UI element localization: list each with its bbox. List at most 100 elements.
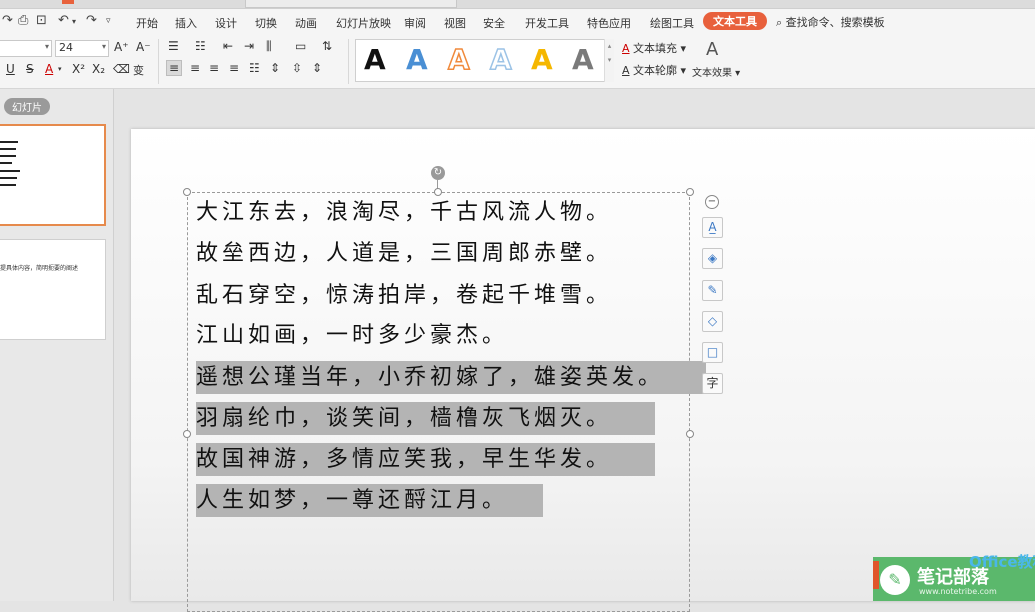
slide-thumbnail-1[interactable]: [0, 124, 106, 226]
style-black-a[interactable]: A: [364, 43, 386, 76]
watermark-overlay: Office教程网: [969, 553, 1035, 571]
ribbon: ▾ 24 ▾ A⁺ A⁻ U S A ▾ X² X₂ ⌫ 变 ☰ ☷ ⇤ ⇥ ⫼ …: [0, 35, 1035, 89]
customize-dropdown-icon[interactable]: ▿: [106, 16, 111, 26]
gallery-scroll[interactable]: ▴ ▾: [604, 39, 614, 82]
font-name-select[interactable]: ▾: [0, 40, 52, 57]
distribute-button[interactable]: ☷: [249, 61, 260, 75]
justify-button[interactable]: ≡: [229, 61, 239, 75]
menu-animation[interactable]: 动画: [295, 14, 317, 32]
menu-design[interactable]: 设计: [215, 14, 237, 32]
search-label: 查找命令、搜索模板: [785, 16, 885, 29]
print-icon[interactable]: ⎙: [18, 13, 28, 28]
fill-bucket-icon[interactable]: ◇: [702, 311, 723, 332]
subscript-button[interactable]: X₂: [92, 62, 105, 76]
menu-security[interactable]: 安全: [483, 14, 505, 32]
poem-line-3[interactable]: 乱石穿空，惊涛拍岸，卷起千堆雪。: [196, 279, 612, 312]
style-yellow-a[interactable]: A: [531, 43, 553, 76]
poem-line-2[interactable]: 故垒西边，人道是，三国周郎赤壁。: [196, 237, 612, 270]
pen-icon[interactable]: ✎: [702, 280, 723, 301]
text-effect-button[interactable]: 文本效果 ▾: [692, 64, 740, 79]
resize-handle-top-left[interactable]: [183, 188, 191, 196]
text-box-icon[interactable]: ▭: [295, 39, 306, 53]
text-fill-icon: A: [622, 42, 630, 55]
menu-bar: ↷ ⎙ ⊡ ↶ ▾ ↷ ▿ 开始 插入 设计 切换 动画 幻灯片放映 审阅 视图…: [0, 9, 1035, 35]
menu-transition[interactable]: 切换: [255, 14, 277, 32]
text-style-gallery: A A A A A A: [355, 39, 613, 82]
columns-icon[interactable]: ⫼: [266, 39, 272, 54]
thumb-line: [0, 162, 12, 164]
thumb-line: [0, 177, 17, 179]
undo-dropdown-icon[interactable]: ▾: [72, 17, 76, 26]
resize-handle-left[interactable]: [183, 430, 191, 438]
redo-icon[interactable]: ↷: [2, 13, 13, 28]
font-color-dropdown-icon[interactable]: ▾: [58, 65, 62, 73]
rotate-handle-icon[interactable]: ↻: [431, 166, 445, 180]
thumb-line: [0, 170, 20, 172]
outline-square-icon[interactable]: □: [702, 342, 723, 363]
menu-view[interactable]: 视图: [444, 14, 466, 32]
style-gray-a[interactable]: A: [572, 43, 594, 76]
command-search[interactable]: ⌕ 查找命令、搜索模板: [776, 14, 885, 30]
menu-text-tools[interactable]: 文本工具: [703, 12, 767, 30]
character-icon[interactable]: 字: [702, 373, 723, 394]
strikethrough-button[interactable]: S: [26, 62, 34, 76]
poem-line-8-selected[interactable]: 人生如梦，一尊还酹江月。: [196, 484, 543, 517]
resize-handle-top[interactable]: [434, 188, 442, 196]
bullets-icon[interactable]: ☰: [168, 39, 179, 53]
font-size-select[interactable]: 24 ▾: [55, 40, 109, 57]
poem-line-5-selected[interactable]: 遥想公瑾当年，小乔初嫁了，雄姿英发。: [196, 361, 706, 394]
align-text-icon[interactable]: ⇕: [312, 61, 322, 75]
menu-insert[interactable]: 插入: [175, 14, 197, 32]
underline-button[interactable]: U: [6, 62, 15, 76]
layers-icon[interactable]: ◈: [702, 248, 723, 269]
text-style-icon[interactable]: A̲: [702, 217, 723, 238]
resize-handle-top-right[interactable]: [686, 188, 694, 196]
numbering-icon[interactable]: ☷: [195, 39, 206, 53]
style-blue-a[interactable]: A: [406, 43, 428, 76]
thumb-line: [0, 155, 16, 157]
text-fill-button[interactable]: A 文本填充 ▾: [622, 40, 686, 56]
poem-line-1[interactable]: 大江东去，浪淘尽，千古风流人物。: [196, 196, 612, 229]
document-tab[interactable]: [245, 0, 457, 8]
style-lightblue-outline-a[interactable]: A: [489, 42, 512, 77]
redo-arrow-icon[interactable]: ↷: [86, 13, 97, 28]
menu-slideshow[interactable]: 幻灯片放映: [336, 14, 391, 32]
grow-font-icon[interactable]: A⁺: [114, 40, 129, 54]
menu-features[interactable]: 特色应用: [587, 14, 631, 32]
slides-tab[interactable]: 幻灯片: [4, 98, 50, 115]
decrease-indent-icon[interactable]: ⇤: [223, 39, 233, 53]
poem-line-7-selected[interactable]: 故国神游，多情应笑我，早生华发。: [196, 443, 655, 476]
menu-review[interactable]: 审阅: [404, 14, 426, 32]
title-tab-strip: [0, 0, 1035, 9]
paragraph-spacing-icon[interactable]: ⇳: [292, 61, 302, 75]
text-direction-icon[interactable]: ⇅: [322, 39, 332, 53]
menu-home[interactable]: 开始: [136, 14, 158, 32]
gallery-down-icon: ▾: [607, 56, 612, 64]
font-color-button[interactable]: A: [45, 62, 53, 76]
font-size-dropdown-icon: ▾: [101, 42, 106, 51]
poem-line-4[interactable]: 江山如画，一时多少豪杰。: [196, 319, 508, 352]
text-effect-icon[interactable]: A: [706, 39, 718, 60]
phonetic-icon[interactable]: 变: [133, 62, 144, 78]
align-center-button[interactable]: ≡: [190, 61, 200, 75]
divider: [348, 39, 349, 84]
align-right-button[interactable]: ≡: [209, 61, 219, 75]
menu-drawing-tools[interactable]: 绘图工具: [650, 14, 694, 32]
line-spacing-icon[interactable]: ⇕: [270, 61, 280, 75]
undo-icon[interactable]: ↶: [58, 13, 69, 28]
thumb-2-text: 提具体内容，简明扼要的阐述: [0, 265, 79, 272]
collapse-toolbar-icon[interactable]: −: [705, 195, 719, 209]
resize-handle-right[interactable]: [686, 430, 694, 438]
slide-thumbnail-2[interactable]: 提具体内容，简明扼要的阐述: [0, 239, 106, 340]
shrink-font-icon[interactable]: A⁻: [136, 40, 151, 54]
align-left-button[interactable]: ≡: [166, 60, 183, 76]
clear-format-icon[interactable]: ⌫: [113, 62, 130, 76]
thumb-line: [0, 141, 18, 143]
poem-line-6-selected[interactable]: 羽扇纶巾，谈笑间，樯橹灰飞烟灭。: [196, 402, 655, 435]
menu-developer[interactable]: 开发工具: [525, 14, 569, 32]
style-orange-outline-a[interactable]: A: [447, 42, 470, 77]
increase-indent-icon[interactable]: ⇥: [244, 39, 254, 53]
print-preview-icon[interactable]: ⊡: [36, 13, 47, 28]
text-outline-button[interactable]: A 文本轮廓 ▾: [622, 62, 686, 78]
superscript-button[interactable]: X²: [72, 62, 85, 76]
